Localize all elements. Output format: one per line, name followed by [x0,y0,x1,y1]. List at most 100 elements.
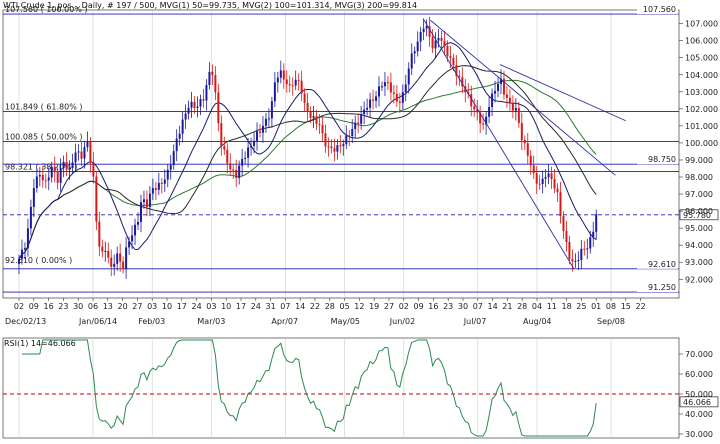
candle-body [59,168,62,183]
candle-body [285,79,288,85]
level-label: 107.560 [643,5,676,14]
candle-body [446,46,449,57]
candle-body [178,133,181,139]
x-day-label: 07 [280,302,290,311]
candle-body [113,263,116,267]
candle-body [434,40,437,49]
y-tick-label: 99.000 [685,156,713,165]
x-day-label: 10 [221,302,231,311]
candle-body [303,93,306,103]
candle-body [300,80,303,94]
candle-body [41,174,44,181]
y-tick-label: 95.000 [685,224,713,233]
candle-body [232,169,235,171]
fib-top-label: 107.560 ( 100.00% ) [5,5,88,14]
candle-body [360,114,363,124]
price-panel-frame [2,9,680,299]
candle-body [505,94,508,98]
rsi-y-tick-label: 70.000 [685,350,713,359]
candle-body [547,173,550,178]
candle-body [110,257,113,267]
candle-body [413,51,416,54]
candle-body [202,99,205,101]
candle-body [139,202,142,222]
candle-body [517,107,520,124]
candle-body [172,151,175,166]
candle-body [342,144,345,146]
level-label: 100.085 ( 50.00% ) [5,132,82,141]
x-day-label: 07 [473,302,483,311]
candle-body [193,101,196,108]
candle-body [416,41,419,52]
y-tick-label: 96.000 [685,207,713,216]
candle-body [345,135,348,145]
candle-body [291,85,294,87]
candle-body [148,193,151,208]
chart-window: WTI Crude 1. pos. , Daily, # 197 / 500, … [0,0,720,444]
moving-averages [18,42,597,260]
x-day-label: 21 [502,302,512,311]
candle-body [68,167,71,170]
candle-body [312,116,315,118]
candle-body [38,174,41,177]
y-tick-label: 102.000 [685,105,718,114]
candle-body [333,148,336,152]
candle-body [47,177,50,181]
candle-body [538,183,541,185]
x-month-label: Mar/03 [197,317,225,326]
candle-body [196,106,199,108]
candle-body [23,248,26,250]
candle-body [422,28,425,33]
candle-body [131,235,134,242]
x-day-label: 02 [14,302,24,311]
x-month-label: May/05 [331,317,360,326]
y-tick-label: 98.000 [685,173,713,182]
candle-body [351,129,354,136]
candle-body [235,170,238,179]
candle-body [378,86,381,97]
candle-body [187,107,190,114]
candle-body [315,116,318,124]
candle-body [241,158,244,166]
rsi-line [22,339,597,437]
candle-body [348,135,351,137]
candle-body [276,77,279,83]
candle-body [142,199,145,203]
level-label: 98.750 [648,155,676,164]
candle-body [166,169,169,180]
candle-body [452,57,455,66]
candle-body [217,92,220,124]
candle-body [205,85,208,101]
x-day-label: 17 [177,302,187,311]
trend-line-down [422,18,575,270]
candle-body [497,83,500,91]
candle-body [574,260,577,262]
candle-body [541,178,544,184]
candle-body [104,250,107,252]
candle-body [98,221,101,247]
candles [18,16,598,279]
candle-body [532,165,535,174]
candle-body [529,155,532,166]
x-day-label: 13 [103,302,113,311]
x-day-label: 15 [621,302,631,311]
y-tick-label: 94.000 [685,241,713,250]
candle-body [208,71,211,86]
candle-body [526,143,529,156]
x-day-label: 19 [369,302,379,311]
candle-body [595,214,598,232]
candle-body [494,90,497,94]
candle-body [122,261,125,269]
candle-body [294,79,297,86]
x-day-label: 11 [547,302,557,311]
candle-body [375,96,378,101]
candle-body [380,86,383,88]
y-tick-label: 105.000 [685,54,718,63]
candle-body [520,123,523,140]
y-tick-label: 97.000 [685,190,713,199]
candle-body [83,147,86,159]
candle-body [128,241,131,248]
candle-body [44,180,47,182]
x-day-label: 04 [532,302,542,311]
x-day-label: 10 [162,302,172,311]
